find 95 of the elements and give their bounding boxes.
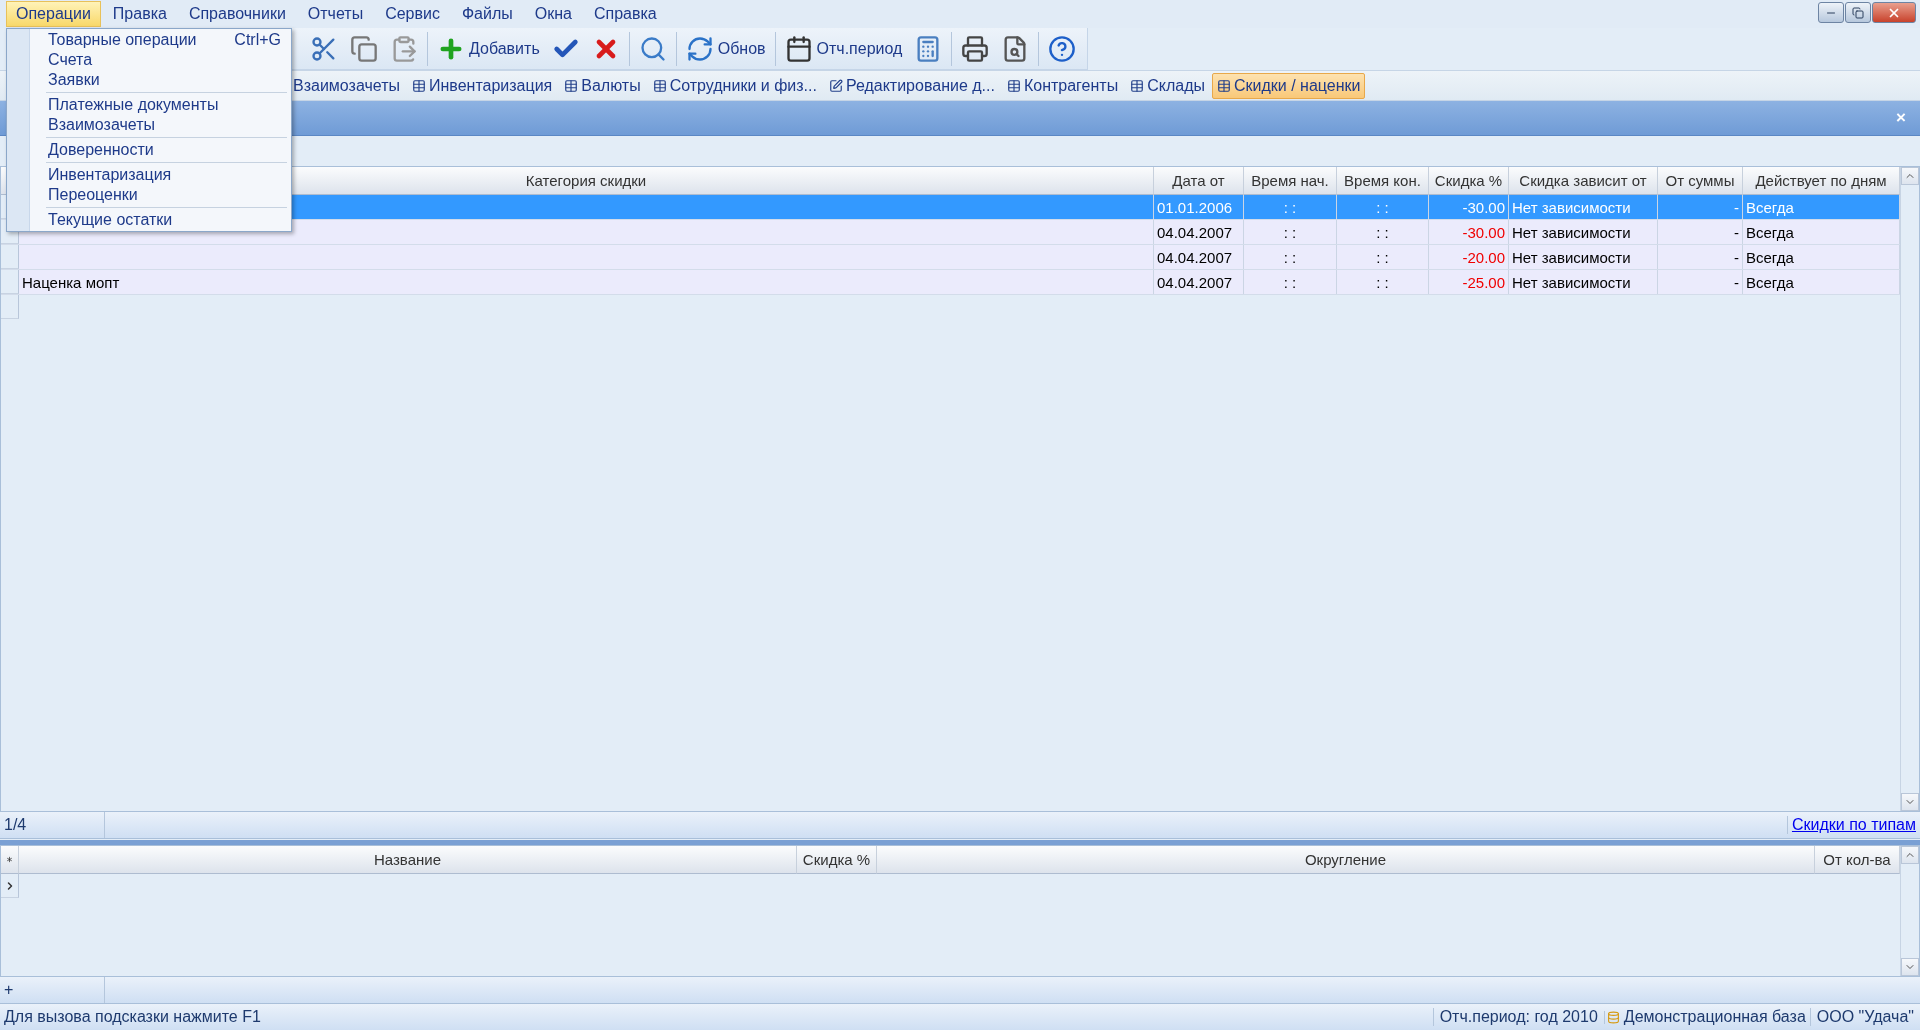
table-cell: : : [1244, 245, 1337, 269]
table-cell: : : [1337, 195, 1429, 219]
scroll-up-button[interactable] [1901, 846, 1919, 864]
menu-item[interactable]: Сервис [375, 1, 450, 27]
scroll-down-button[interactable] [1901, 958, 1919, 976]
status-hint: Для вызова подсказки нажмите F1 [3, 1008, 262, 1026]
column-header[interactable]: От суммы [1658, 167, 1743, 195]
asterisk-icon [5, 855, 14, 864]
table-icon [1130, 78, 1145, 93]
document-tab[interactable]: Скидки / наценки [1211, 72, 1366, 99]
scroll-up-button[interactable] [1901, 167, 1919, 185]
document-tab[interactable]: Инвентаризация [407, 72, 558, 99]
table-cell: 04.04.2007 [1154, 270, 1244, 294]
document-tab[interactable]: Контрагенты [1001, 72, 1124, 99]
table-cell: - [1658, 270, 1743, 294]
column-header[interactable]: Скидка % [1429, 167, 1509, 195]
refresh-icon [685, 34, 714, 63]
document-tab[interactable]: Редактирование д... [823, 72, 1000, 99]
table-cell: 01.01.2006 [1154, 195, 1244, 219]
status-company: ООО "Удача" [1809, 1008, 1920, 1026]
column-header[interactable]: Название [19, 846, 797, 874]
table-cell: Нет зависимости [1509, 245, 1658, 269]
column-header[interactable]: Действует по дням [1743, 167, 1900, 195]
menu-item[interactable]: Правка [102, 1, 177, 27]
table-row[interactable]: Наценка мопт 04.04.2007 : : : : -25.00 Нет зависимости - Всегда [1, 270, 1900, 295]
search-icon [638, 34, 667, 63]
status-database: Демонстрационная база [1622, 1008, 1807, 1026]
table-icon [652, 78, 667, 93]
table-cell: -20.00 [1429, 245, 1509, 269]
restore-button[interactable] [1845, 2, 1871, 23]
menu-option[interactable]: Заявки [30, 70, 291, 90]
column-header[interactable]: Скидка зависит от [1509, 167, 1658, 195]
link[interactable]: Скидки по типам [1786, 816, 1920, 834]
menu-option[interactable]: Товарные операции Ctrl+G [30, 30, 291, 50]
menu-item[interactable]: Отчеты [297, 1, 374, 27]
document-tab[interactable]: Сотрудники и физ... [647, 72, 822, 99]
column-header[interactable]: Время кон. [1337, 167, 1429, 195]
table-cell: Наценка мопт [19, 270, 1154, 294]
menu-option[interactable]: Платежные документы [30, 95, 291, 115]
menu-option[interactable]: Инвентаризация [30, 165, 291, 185]
table-cell: : : [1244, 195, 1337, 219]
printer-icon [961, 34, 990, 63]
status-period: Отч.период: год 2010 [1432, 1008, 1604, 1026]
minimize-button[interactable] [1818, 2, 1844, 23]
help-icon [1048, 34, 1077, 63]
table-cell: : : [1244, 220, 1337, 244]
table-cell: - [1658, 220, 1743, 244]
column-header[interactable]: Скидка % [797, 846, 877, 874]
menu-item[interactable]: Окна [524, 1, 582, 27]
database-icon [1603, 1010, 1620, 1024]
menu-option[interactable]: Доверенности [30, 140, 291, 160]
table-cell: Нет зависимости [1509, 220, 1658, 244]
table-row[interactable]: 04.04.2007 : : : : -20.00 Нет зависимости - Всегда [1, 245, 1900, 270]
document-tab[interactable]: Взаимозачеты [288, 72, 405, 99]
menu-option[interactable]: Счета [30, 50, 291, 70]
restore-icon [1852, 6, 1864, 19]
close-button[interactable] [1872, 2, 1916, 23]
menu-item[interactable]: Операции [6, 1, 101, 27]
column-header[interactable]: Время нач. [1244, 167, 1337, 195]
table-cell: - [1658, 245, 1743, 269]
copy-icon [350, 34, 378, 63]
table-cell: - [1658, 195, 1743, 219]
calendar-button[interactable]: Отч.период [781, 32, 906, 65]
document-tab[interactable]: Валюты [559, 72, 646, 99]
table-cell: -30.00 [1429, 195, 1509, 219]
table-cell: 04.04.2007 [1154, 220, 1244, 244]
add-record-button[interactable]: + [0, 977, 105, 1003]
scroll-down-button[interactable] [1901, 793, 1919, 811]
record-counter: 1/4 [0, 812, 105, 838]
table-cell: : : [1337, 220, 1429, 244]
edit-icon [828, 78, 843, 93]
menu-item[interactable]: Файлы [451, 1, 523, 27]
table-cell: 04.04.2007 [1154, 245, 1244, 269]
table-cell: : : [1337, 270, 1429, 294]
table-icon [564, 78, 579, 93]
table-cell: : : [1244, 270, 1337, 294]
table-cell: : : [1337, 245, 1429, 269]
menu-option[interactable]: Взаимозачеты [30, 115, 291, 135]
table-cell: Нет зависимости [1509, 195, 1658, 219]
menu-item[interactable]: Справка [583, 1, 667, 27]
calendar-icon [784, 34, 813, 63]
table-icon [1216, 78, 1231, 93]
table-cell: -30.00 [1429, 220, 1509, 244]
column-header[interactable]: Округление [877, 846, 1815, 874]
shortcut-text: Ctrl+G [234, 30, 281, 50]
table-icon [412, 78, 426, 93]
add-button[interactable]: Добавить [434, 32, 543, 65]
column-header[interactable]: Дата от [1154, 167, 1244, 195]
column-header[interactable]: От кол-ва [1815, 846, 1900, 874]
table-icon [1006, 78, 1021, 93]
table-cell: -25.00 [1429, 270, 1509, 294]
table-cell: Нет зависимости [1509, 270, 1658, 294]
menu-item[interactable]: Справочники [178, 1, 296, 27]
refresh-button[interactable]: Обнов [682, 32, 769, 65]
document-tab[interactable]: Склады [1125, 72, 1210, 99]
